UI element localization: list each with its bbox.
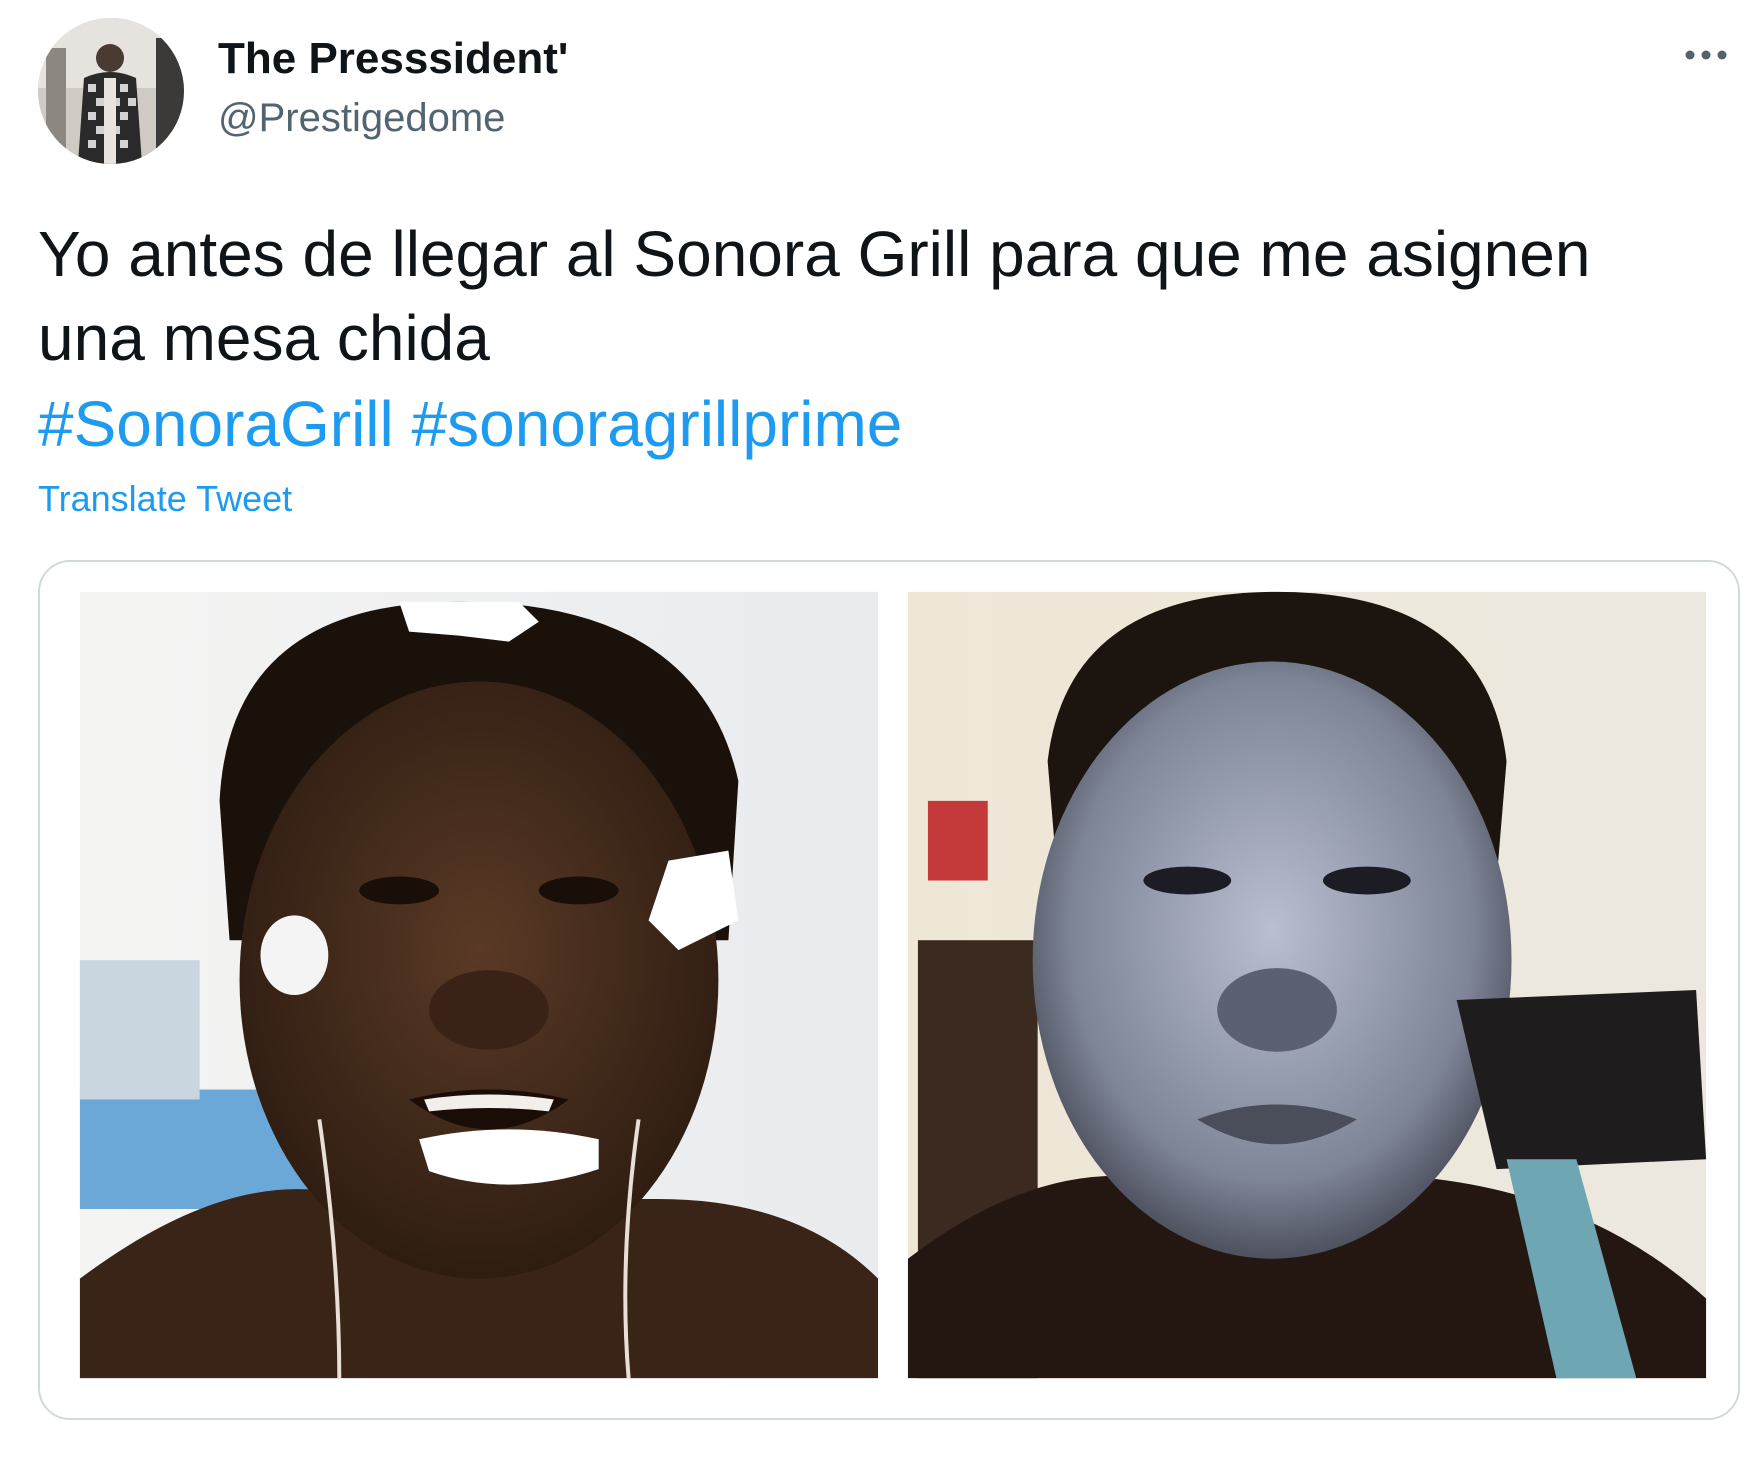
- ellipsis-icon: [1685, 50, 1727, 60]
- tweet-media[interactable]: [38, 560, 1740, 1420]
- tweet-text-line: Yo antes de llegar al Sonora Grill para …: [38, 218, 1591, 290]
- tweet-card: The Presssident' @Prestigedome Yo antes …: [0, 0, 1760, 1462]
- hashtag-link[interactable]: #sonoragrillprime: [412, 388, 903, 460]
- left-panel: [79, 591, 879, 1379]
- hashtag-link[interactable]: #SonoraGrill: [38, 388, 394, 460]
- profile-photo-icon: [38, 18, 184, 164]
- avatar[interactable]: [38, 18, 184, 164]
- user-handle[interactable]: @Prestigedome: [218, 96, 505, 141]
- tweet-text-line: una mesa chida: [38, 302, 490, 374]
- tweet-text: Yo antes de llegar al Sonora Grill para …: [38, 212, 1728, 380]
- right-panel: [907, 591, 1707, 1379]
- translate-tweet-link[interactable]: Translate Tweet: [38, 478, 292, 520]
- more-options-button[interactable]: [1676, 30, 1736, 80]
- display-name[interactable]: The Presssident': [218, 34, 568, 84]
- hashtag-list: #SonoraGrill #sonoragrillprime: [38, 382, 902, 466]
- meme-photo: [79, 591, 1707, 1379]
